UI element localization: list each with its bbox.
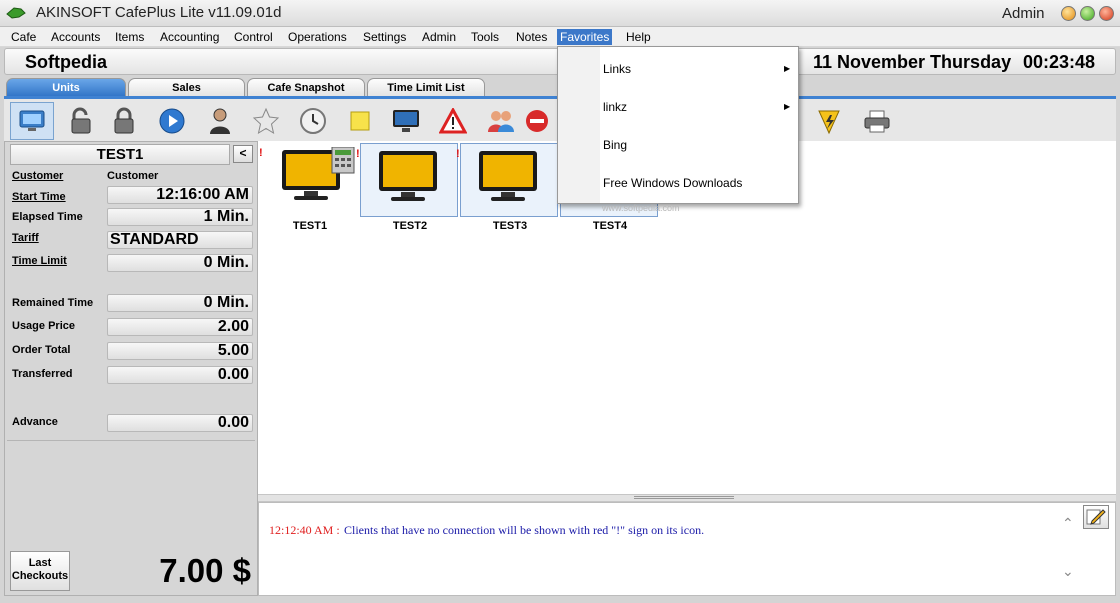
remained-time-label: Remained Time [12, 297, 94, 309]
selected-unit-name: TEST1 [10, 144, 230, 165]
menu-accounts[interactable]: Accounts [48, 29, 103, 45]
time-limit-value: 0 Min. [107, 254, 253, 272]
transferred-label: Transferred [12, 368, 73, 380]
computer-icon [479, 151, 537, 201]
order-total-value: 5.00 [107, 342, 253, 360]
no-connection-alert: ! [456, 148, 460, 160]
lock-icon[interactable] [102, 102, 146, 140]
user-label: Admin [1002, 5, 1045, 22]
collapse-button[interactable]: < [233, 145, 253, 163]
lightning-icon[interactable] [807, 102, 851, 140]
remained-time-value: 0 Min. [107, 294, 253, 312]
pencil-icon [1086, 509, 1106, 525]
note-icon[interactable] [338, 102, 382, 140]
computer-icon [379, 151, 437, 201]
total-amount: 7.00 $ [159, 552, 251, 589]
scroll-up-icon[interactable]: ⌃ [1062, 515, 1074, 532]
stop-icon[interactable] [524, 102, 560, 140]
tariff-value: STANDARD [107, 231, 253, 249]
close-button[interactable] [1099, 6, 1114, 21]
log-timestamp: 12:12:40 AM : [269, 523, 340, 537]
unlock-icon[interactable] [59, 102, 103, 140]
time-limit-link[interactable]: Time Limit [12, 255, 67, 267]
monitor-icon[interactable] [10, 102, 54, 140]
unit-tile-test3[interactable]: ! [456, 143, 558, 217]
unit-tile-test1[interactable]: ! [259, 143, 362, 217]
menu-favorites[interactable]: Favorites [557, 29, 613, 45]
favorites-item-linkz[interactable]: linkz [603, 100, 627, 114]
favorites-item-free-windows-downloads[interactable]: Free Windows Downloads [603, 176, 742, 190]
warning-icon[interactable] [431, 102, 475, 140]
printer-icon[interactable] [855, 102, 899, 140]
unit-label-test2: TEST2 [392, 220, 428, 232]
elapsed-time-value: 1 Min. [107, 208, 253, 226]
window-title: AKINSOFT CafePlus Lite v11.09.01d [36, 4, 282, 21]
tab-time-limit-list[interactable]: Time Limit List [367, 78, 485, 97]
clock-display: 00:23:48 [1023, 52, 1096, 72]
start-time-link[interactable]: Start Time [12, 191, 66, 203]
menu-cafe[interactable]: Cafe [8, 29, 39, 45]
tab-units[interactable]: Units [6, 78, 126, 97]
transferred-value: 0.00 [107, 366, 253, 384]
message-log: 12:12:40 AM : Clients that have no conne… [258, 502, 1116, 596]
submenu-arrow-icon: ▶ [784, 64, 791, 73]
start-time-value: 12:16:00 AM [107, 186, 253, 204]
customer-link[interactable]: Customer [12, 170, 63, 182]
favorites-item-bing[interactable]: Bing [603, 138, 627, 152]
splitter-grip[interactable] [634, 496, 734, 499]
menu-admin[interactable]: Admin [419, 29, 459, 45]
tariff-link[interactable]: Tariff [12, 232, 39, 244]
scroll-down-icon[interactable]: ⌄ [1062, 563, 1074, 580]
menu-accounting[interactable]: Accounting [157, 29, 222, 45]
menu-operations[interactable]: Operations [285, 29, 350, 45]
favorites-dropdown: Links ▶ linkz ▶ Bing Free Windows Downlo… [557, 46, 799, 204]
customer-value: Customer [107, 170, 159, 182]
usage-price-label: Usage Price [12, 320, 75, 332]
log-message: Clients that have no connection will be … [344, 523, 705, 537]
tab-sales[interactable]: Sales [128, 78, 245, 97]
usage-price-value: 2.00 [107, 318, 253, 336]
brand-name: Softpedia [25, 52, 108, 72]
unit-details-panel: TEST1 < Customer Customer Start Time 12:… [4, 141, 258, 596]
app-icon [6, 7, 26, 19]
unit-label-test3: TEST3 [492, 220, 528, 232]
users-icon[interactable] [479, 102, 523, 140]
screen-icon[interactable] [384, 102, 428, 140]
unit-label-test1: TEST1 [292, 220, 328, 232]
menu-tools[interactable]: Tools [468, 29, 502, 45]
clock-icon[interactable] [291, 102, 335, 140]
pane-splitter[interactable] [258, 494, 1116, 502]
computer-icon [282, 147, 355, 200]
menu-help[interactable]: Help [623, 29, 654, 45]
menu-gutter [558, 47, 600, 203]
submenu-arrow-icon: ▶ [784, 102, 791, 111]
title-bar: AKINSOFT CafePlus Lite v11.09.01d Admin [0, 0, 1120, 27]
menu-settings[interactable]: Settings [360, 29, 409, 45]
minimize-button[interactable] [1061, 6, 1076, 21]
menu-notes[interactable]: Notes [513, 29, 550, 45]
no-connection-alert: ! [259, 147, 263, 159]
last-checkouts-button[interactable]: Last Checkouts [10, 551, 70, 591]
watermark: www.softpedia.com [602, 203, 680, 213]
menu-bar: Cafe Accounts Items Accounting Control O… [0, 27, 1120, 47]
edit-note-button[interactable] [1083, 505, 1109, 529]
star-icon[interactable] [244, 102, 288, 140]
advance-value: 0.00 [107, 414, 253, 432]
panel-divider [7, 440, 255, 441]
menu-control[interactable]: Control [231, 29, 276, 45]
user-icon[interactable] [198, 102, 242, 140]
order-total-label: Order Total [12, 344, 71, 356]
favorites-item-links[interactable]: Links [603, 62, 631, 76]
maximize-button[interactable] [1080, 6, 1095, 21]
tab-cafe-snapshot[interactable]: Cafe Snapshot [247, 78, 365, 97]
unit-label-test4: TEST4 [592, 220, 628, 232]
play-icon[interactable] [150, 102, 194, 140]
advance-label: Advance [12, 416, 58, 428]
unit-tile-test2[interactable]: ! [356, 143, 458, 217]
no-connection-alert: ! [356, 148, 360, 160]
elapsed-time-label: Elapsed Time [12, 211, 83, 223]
menu-items[interactable]: Items [112, 29, 147, 45]
date-display: 11 November Thursday [813, 52, 1012, 72]
